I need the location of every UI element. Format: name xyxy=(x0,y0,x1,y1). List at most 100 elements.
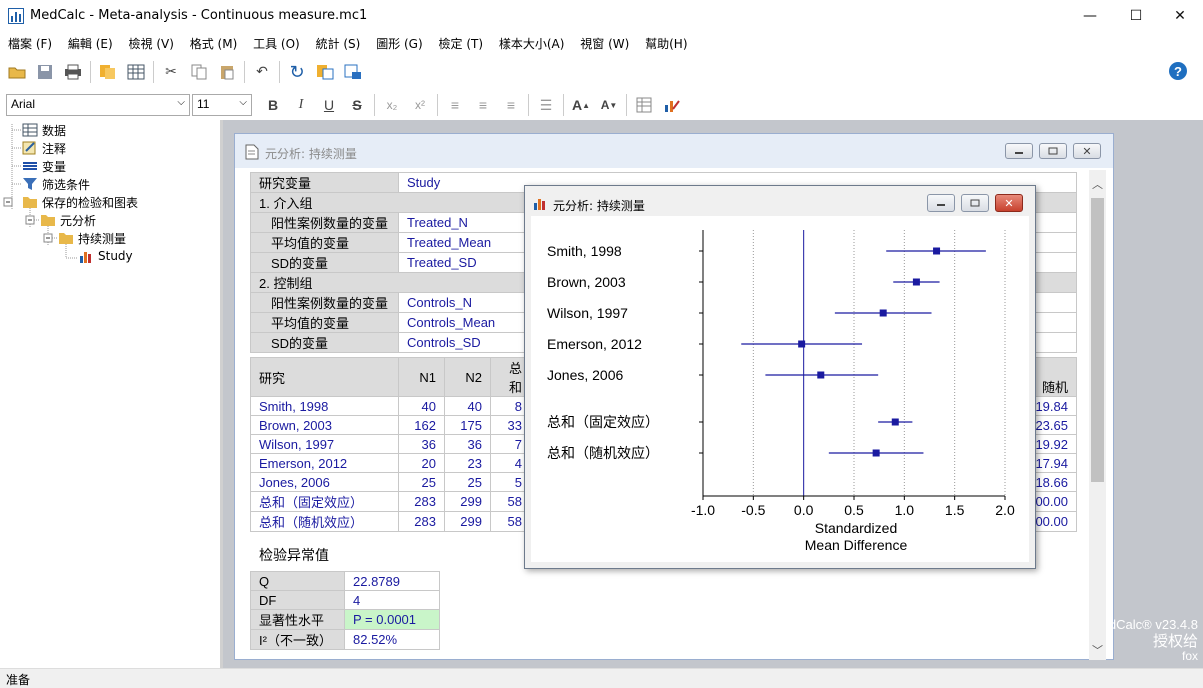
scroll-up-icon[interactable]: ︿ xyxy=(1092,176,1103,192)
copy-results-icon[interactable] xyxy=(314,61,336,83)
spreadsheet-icon[interactable] xyxy=(125,61,147,83)
param-label: 平均值的变量 xyxy=(250,312,399,333)
format-toolbar: Arial ⌵ 11 ⌵ B I U S x₂ x² ≡ ≡ ≡ ☰ A ▲ A ▼ xyxy=(0,90,1203,120)
study-label: 总和（随机效应） xyxy=(547,445,659,461)
align-right-icon[interactable]: ≡ xyxy=(500,94,522,116)
menu-window[interactable]: 視窗 (W) xyxy=(574,32,635,55)
superscript-icon[interactable]: x² xyxy=(409,94,431,116)
tree-item-meta-analysis[interactable]: 元分析 xyxy=(40,211,96,229)
font-select[interactable]: Arial ⌵ xyxy=(6,94,190,116)
tree-item-notes[interactable]: 注释 xyxy=(22,139,66,157)
close-button[interactable]: ✕ xyxy=(1157,0,1203,32)
font-size-select[interactable]: 11 ⌵ xyxy=(192,94,252,116)
strikethrough-icon[interactable]: S xyxy=(346,94,368,116)
study-name: 总和（固定效应） xyxy=(250,491,399,512)
window-title: MedCalc - Meta-analysis - Continuous mea… xyxy=(30,8,368,23)
bar-chart-icon xyxy=(534,199,545,210)
menu-statistics[interactable]: 統計 (S) xyxy=(310,32,367,55)
table-format-icon[interactable] xyxy=(633,94,655,116)
menu-sample-size[interactable]: 樣本大小(A) xyxy=(493,32,571,55)
n2-cell: 299 xyxy=(444,491,491,512)
menu-tools[interactable]: 工具 (O) xyxy=(247,32,306,55)
chevron-down-icon: ⌵ xyxy=(239,97,247,108)
n1-cell: 162 xyxy=(398,415,445,435)
tree-item-data[interactable]: 数据 xyxy=(22,121,66,139)
menu-help[interactable]: 幫助(H) xyxy=(639,32,693,55)
bullet-list-icon[interactable]: ☰ xyxy=(535,94,557,116)
param-label: 阳性案例数量的变量 xyxy=(250,212,399,233)
study-label: Emerson, 2012 xyxy=(547,336,642,352)
open-icon[interactable] xyxy=(6,61,28,83)
graph-close-button[interactable]: ✕ xyxy=(995,194,1023,212)
n2-cell: 23 xyxy=(444,453,491,473)
study-label: Jones, 2006 xyxy=(547,367,623,383)
tree-item-continuous[interactable]: 持续测量 xyxy=(58,229,126,247)
child-restore-button[interactable] xyxy=(1039,143,1067,159)
underline-icon[interactable]: U xyxy=(318,94,340,116)
point-estimate xyxy=(912,278,920,286)
increase-font-icon[interactable]: A ▲ xyxy=(570,94,592,116)
scroll-down-icon[interactable]: ﹀ xyxy=(1092,642,1103,658)
licensee-text: fox xyxy=(1181,649,1198,664)
menu-format[interactable]: 格式 (M) xyxy=(184,32,244,55)
graph-restore-button[interactable] xyxy=(961,194,989,212)
minimize-button[interactable]: — xyxy=(1067,0,1113,32)
graph-minimize-button[interactable] xyxy=(927,194,955,212)
save-icon[interactable] xyxy=(34,61,56,83)
align-left-icon[interactable]: ≡ xyxy=(444,94,466,116)
standard-toolbar: ✂ ↶ ↻ ? xyxy=(0,56,1203,88)
align-center-icon[interactable]: ≡ xyxy=(472,94,494,116)
point-estimate xyxy=(817,371,825,379)
x-tick-label: -0.5 xyxy=(741,502,765,518)
refresh-icon[interactable]: ↻ xyxy=(286,61,308,83)
subscript-icon[interactable]: x₂ xyxy=(381,94,403,116)
n1-cell: 283 xyxy=(398,511,445,532)
cut-icon[interactable]: ✂ xyxy=(160,61,182,83)
point-estimate xyxy=(879,309,887,317)
tree-item-filters[interactable]: 筛选条件 xyxy=(22,175,90,193)
study-name: Wilson, 1997 xyxy=(250,434,399,454)
n2-cell: 40 xyxy=(444,396,491,416)
font-size-value: 11 xyxy=(197,97,210,111)
param-label: 平均值的变量 xyxy=(250,232,399,253)
variables-icon xyxy=(23,162,37,170)
stat-label: I²（不一致） xyxy=(250,629,345,650)
copy-sheet-icon[interactable] xyxy=(97,61,119,83)
n2-cell: 25 xyxy=(444,472,491,492)
scroll-thumb[interactable] xyxy=(1091,198,1104,482)
help-icon[interactable]: ? xyxy=(1168,61,1188,84)
export-icon[interactable] xyxy=(342,61,364,83)
graph-format-icon[interactable] xyxy=(661,94,683,116)
stat-value: 22.8789 xyxy=(344,571,440,591)
x-tick-label: 1.5 xyxy=(945,502,965,518)
italic-icon[interactable]: I xyxy=(290,94,312,116)
study-name: Brown, 2003 xyxy=(250,415,399,435)
decrease-font-icon[interactable]: A ▼ xyxy=(598,94,620,116)
app-icon xyxy=(8,8,24,24)
stat-value: 82.52% xyxy=(344,629,440,650)
results-window-title: 元分析: 持续测量 xyxy=(265,147,357,161)
paste-icon[interactable] xyxy=(216,61,238,83)
tree-item-label: 保存的检验和图表 xyxy=(42,195,139,210)
point-estimate xyxy=(933,247,941,255)
maximize-button[interactable]: ☐ xyxy=(1113,0,1159,32)
tree-item-saved-tests[interactable]: 保存的检验和图表 xyxy=(22,193,138,211)
menu-graphs[interactable]: 圖形 (G) xyxy=(370,32,428,55)
menu-file[interactable]: 檔案 (F) xyxy=(2,32,58,55)
print-icon[interactable] xyxy=(62,61,84,83)
menu-tests[interactable]: 檢定 (T) xyxy=(433,32,490,55)
child-close-button[interactable]: ✕ xyxy=(1073,143,1101,159)
undo-icon[interactable]: ↶ xyxy=(251,61,273,83)
menu-view[interactable]: 檢視 (V) xyxy=(123,32,180,55)
tree-item-variables[interactable]: 变量 xyxy=(22,157,66,175)
tree-item-study[interactable]: Study xyxy=(78,247,133,265)
heterogeneity-heading: 检验异常值 xyxy=(259,547,329,563)
param-label: SD的变量 xyxy=(250,332,399,353)
copy-icon[interactable] xyxy=(188,61,210,83)
child-minimize-button[interactable] xyxy=(1005,143,1033,159)
vertical-scrollbar[interactable]: ︿ ﹀ xyxy=(1089,170,1106,660)
bold-icon[interactable]: B xyxy=(262,94,284,116)
menu-edit[interactable]: 編輯 (E) xyxy=(62,32,119,55)
study-name: Jones, 2006 xyxy=(250,472,399,492)
x-tick-label: 0.0 xyxy=(794,502,814,518)
